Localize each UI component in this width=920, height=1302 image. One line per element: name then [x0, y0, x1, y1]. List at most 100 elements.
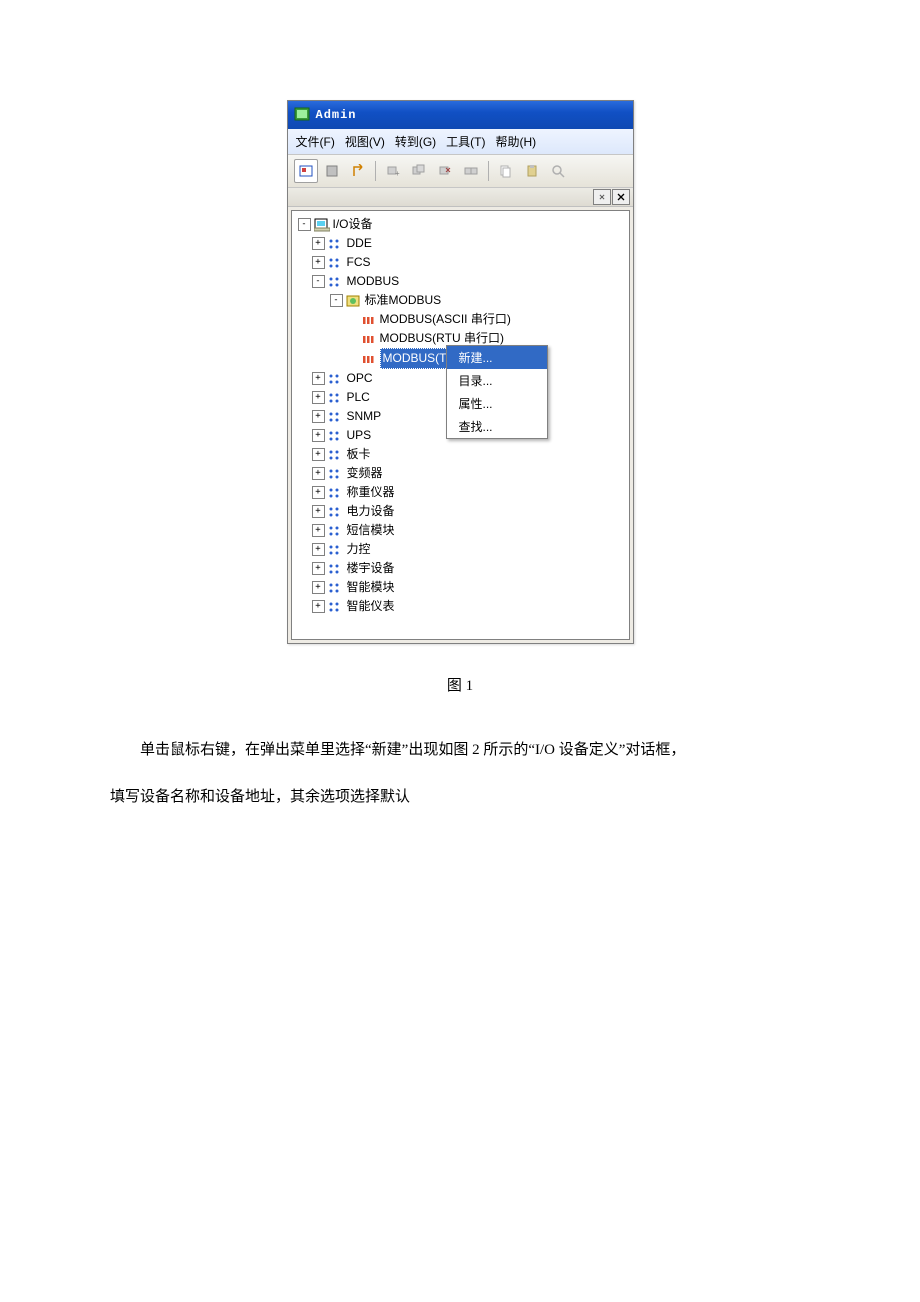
- context-menu-dir[interactable]: 目录...: [447, 369, 547, 392]
- expand-icon[interactable]: +: [312, 581, 325, 594]
- tree-root[interactable]: - I/O设备: [294, 215, 627, 234]
- category-icon: [328, 256, 344, 270]
- expand-icon[interactable]: +: [312, 543, 325, 556]
- tree-label: I/O设备: [333, 215, 373, 234]
- tree-label: MODBUS(ASCII 串行口): [380, 310, 511, 329]
- toolbar-find-icon[interactable]: [546, 159, 570, 183]
- leaf-icon: [361, 352, 377, 366]
- device-root-icon: [314, 218, 330, 232]
- tree-label: 短信模块: [347, 521, 395, 540]
- collapse-icon[interactable]: -: [312, 275, 325, 288]
- expand-icon[interactable]: +: [312, 410, 325, 423]
- expand-icon[interactable]: +: [312, 448, 325, 461]
- expand-icon[interactable]: +: [312, 505, 325, 518]
- menu-goto[interactable]: 转到(G): [395, 133, 436, 150]
- category-icon: [328, 581, 344, 595]
- toolbar-btn-1[interactable]: [294, 159, 318, 183]
- toolbar-btn-2[interactable]: [320, 159, 344, 183]
- toolbar-btn-7[interactable]: [459, 159, 483, 183]
- expand-icon[interactable]: -: [298, 218, 311, 231]
- tree-label: SNMP: [347, 407, 382, 426]
- tree-label: 楼宇设备: [347, 559, 395, 578]
- category-icon: [328, 467, 344, 481]
- pane-close-icon[interactable]: [612, 189, 630, 205]
- tree-item-inverter[interactable]: + 变频器: [294, 464, 627, 483]
- category-icon: [328, 275, 344, 289]
- context-menu-prop[interactable]: 属性...: [447, 392, 547, 415]
- tree-item-std-modbus[interactable]: - 标准MODBUS: [294, 291, 627, 310]
- toolbar-separator-2: [488, 161, 489, 181]
- menu-help[interactable]: 帮助(H): [495, 133, 536, 150]
- tree-item-modbus-ascii[interactable]: MODBUS(ASCII 串行口): [294, 310, 627, 329]
- paragraph-2: 填写设备名称和设备地址，其余选项选择默认: [110, 778, 810, 817]
- toolbar-btn-4[interactable]: +: [381, 159, 405, 183]
- paragraph-1: 单击鼠标右键，在弹出菜单里选择“新建”出现如图 2 所示的“I/O 设备定义”对…: [110, 731, 810, 770]
- context-menu-find[interactable]: 查找...: [447, 415, 547, 438]
- category-icon: [328, 562, 344, 576]
- figure-caption: 图 1: [110, 674, 810, 695]
- expand-icon[interactable]: +: [312, 372, 325, 385]
- tree-item-force[interactable]: + 力控: [294, 540, 627, 559]
- tree-label: PLC: [347, 388, 370, 407]
- expand-icon[interactable]: +: [312, 237, 325, 250]
- collapse-icon[interactable]: -: [330, 294, 343, 307]
- tree-item-sms[interactable]: + 短信模块: [294, 521, 627, 540]
- category-icon: [328, 372, 344, 386]
- category-icon: [328, 543, 344, 557]
- expand-icon[interactable]: +: [312, 600, 325, 613]
- tree-label: 变频器: [347, 464, 383, 483]
- tree-item-modbus[interactable]: - MODBUS: [294, 272, 627, 291]
- expand-icon[interactable]: +: [312, 256, 325, 269]
- toolbar-separator-1: [375, 161, 376, 181]
- tree-item-fcs[interactable]: + FCS: [294, 253, 627, 272]
- context-menu: 新建... 目录... 属性... 查找...: [446, 345, 548, 439]
- expand-icon[interactable]: +: [312, 429, 325, 442]
- category-icon: [328, 524, 344, 538]
- pane-header: [288, 188, 633, 207]
- category-icon: [328, 600, 344, 614]
- toolbar-btn-5[interactable]: [407, 159, 431, 183]
- tree-item-smart-mod[interactable]: + 智能模块: [294, 578, 627, 597]
- category-icon: [328, 486, 344, 500]
- expand-icon[interactable]: +: [312, 467, 325, 480]
- tree-item-dde[interactable]: + DDE: [294, 234, 627, 253]
- svg-text:+: +: [395, 169, 400, 178]
- toolbar-copy-icon[interactable]: [494, 159, 518, 183]
- toolbar-btn-3[interactable]: [346, 159, 370, 183]
- tree-label: 称重仪器: [347, 483, 395, 502]
- tree-label: 智能仪表: [347, 597, 395, 616]
- tree-label: 标准MODBUS: [365, 291, 442, 310]
- tree-item-weigh[interactable]: + 称重仪器: [294, 483, 627, 502]
- leaf-icon: [361, 313, 377, 327]
- context-menu-new[interactable]: 新建...: [447, 346, 547, 369]
- app-icon: [294, 107, 310, 123]
- tree-label: DDE: [347, 234, 372, 253]
- category-icon: [328, 237, 344, 251]
- menu-file[interactable]: 文件(F): [296, 133, 335, 150]
- menubar: 文件(F) 视图(V) 转到(G) 工具(T) 帮助(H): [288, 129, 633, 155]
- toolbar-btn-6[interactable]: [433, 159, 457, 183]
- toolbar-paste-icon[interactable]: [520, 159, 544, 183]
- category-icon: [328, 410, 344, 424]
- tree-label: 电力设备: [347, 502, 395, 521]
- expand-icon[interactable]: +: [312, 524, 325, 537]
- titlebar[interactable]: Admin: [288, 101, 633, 129]
- tree-item-smart-inst[interactable]: + 智能仪表: [294, 597, 627, 616]
- tree-item-building[interactable]: + 楼宇设备: [294, 559, 627, 578]
- menu-view[interactable]: 视图(V): [345, 133, 385, 150]
- tree-item-card[interactable]: + 板卡: [294, 445, 627, 464]
- expand-icon[interactable]: +: [312, 486, 325, 499]
- tree-item-power[interactable]: + 电力设备: [294, 502, 627, 521]
- tree-label: OPC: [347, 369, 373, 388]
- expand-icon[interactable]: +: [312, 391, 325, 404]
- leaf-icon: [361, 332, 377, 346]
- expand-icon[interactable]: +: [312, 562, 325, 575]
- category-icon: [328, 429, 344, 443]
- window-title: Admin: [316, 108, 357, 122]
- menu-tool[interactable]: 工具(T): [446, 133, 485, 150]
- admin-window: Admin 文件(F) 视图(V) 转到(G) 工具(T) 帮助(H) +: [287, 100, 634, 644]
- tree-label: FCS: [347, 253, 371, 272]
- driver-icon: [346, 294, 362, 308]
- pane-pin-icon[interactable]: [593, 189, 611, 205]
- category-icon: [328, 391, 344, 405]
